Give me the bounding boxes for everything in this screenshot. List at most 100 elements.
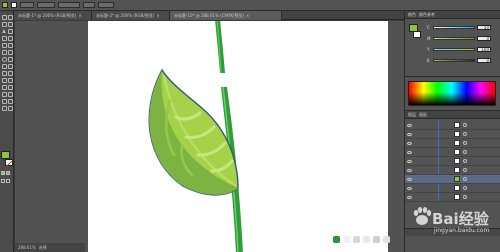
pen-tool-icon[interactable] — [2, 29, 7, 34]
target-icon[interactable] — [463, 132, 467, 136]
width-tool-icon[interactable] — [2, 64, 7, 69]
target-icon[interactable] — [463, 159, 467, 163]
paintbrush-tool-icon[interactable] — [8, 43, 13, 48]
target-icon[interactable] — [463, 123, 467, 127]
type-tool-icon[interactable] — [2, 36, 7, 41]
cyan-slider[interactable]: C 50 — [427, 24, 499, 30]
tray-icon[interactable] — [343, 235, 350, 243]
magenta-slider[interactable]: M 0 — [427, 35, 499, 41]
slider-track[interactable] — [433, 58, 475, 62]
slider-track[interactable] — [433, 47, 475, 51]
blend-tool-icon[interactable] — [8, 85, 13, 90]
zoom-tool-icon[interactable] — [8, 106, 13, 111]
stroke-color-swatch[interactable] — [5, 159, 13, 166]
artboard[interactable] — [88, 21, 388, 252]
close-icon[interactable]: × — [246, 13, 250, 18]
slider-value[interactable]: 50 — [477, 24, 491, 30]
lasso-tool-icon[interactable] — [8, 22, 13, 27]
scale-tool-icon[interactable] — [8, 57, 13, 62]
zoom-level[interactable]: 288.61% — [18, 245, 36, 250]
visibility-eye-icon[interactable] — [407, 141, 412, 145]
layer-row[interactable] — [405, 184, 500, 193]
selection-tool-icon[interactable] — [2, 15, 7, 20]
layer-thumbnail — [454, 185, 460, 191]
color-mode-icon[interactable] — [1, 171, 5, 175]
symbol-sprayer-tool-icon[interactable] — [2, 92, 7, 97]
tray-icon[interactable] — [363, 235, 370, 243]
leaf-artwork[interactable] — [88, 21, 388, 252]
tray-icon[interactable] — [353, 235, 360, 243]
gradient-tool-icon[interactable] — [8, 78, 13, 83]
control-field[interactable] — [58, 2, 80, 8]
visibility-eye-icon[interactable] — [407, 132, 412, 136]
panel-tab-color[interactable]: 颜色 — [408, 12, 416, 18]
artboard-tool-icon[interactable] — [2, 99, 7, 104]
none-mode-icon[interactable] — [1, 179, 5, 183]
control-stroke-swatch[interactable] — [11, 2, 17, 8]
visibility-eye-icon[interactable] — [407, 186, 412, 190]
panel-stroke-swatch[interactable] — [413, 31, 421, 38]
target-icon[interactable] — [463, 141, 467, 145]
visibility-eye-icon[interactable] — [407, 168, 412, 172]
visibility-eye-icon[interactable] — [407, 159, 412, 163]
direct-selection-tool-icon[interactable] — [8, 15, 13, 20]
slider-track[interactable] — [433, 25, 475, 29]
document-tab-active[interactable]: 未标题-10* @ 288.61% (CMYK/预览) × — [170, 11, 282, 20]
slider-value[interactable]: 0 — [477, 35, 491, 41]
input-method-icon[interactable] — [333, 235, 340, 243]
magic-wand-tool-icon[interactable] — [2, 22, 7, 27]
rotate-tool-icon[interactable] — [2, 57, 7, 62]
eyedropper-tool-icon[interactable] — [2, 85, 7, 90]
panel-tab-layers[interactable]: 图层 — [408, 112, 416, 118]
rectangle-tool-icon[interactable] — [2, 43, 7, 48]
document-tab[interactable]: 未标题-1* @ 200% (RGB/预览) × — [14, 11, 92, 20]
line-tool-icon[interactable] — [8, 36, 13, 41]
control-field[interactable] — [37, 2, 55, 8]
target-icon[interactable] — [463, 150, 467, 154]
slider-track[interactable] — [433, 36, 475, 40]
layer-row[interactable] — [405, 121, 500, 130]
fill-color-swatch[interactable] — [1, 151, 10, 159]
hand-tool-icon[interactable] — [2, 106, 7, 111]
tray-icon[interactable] — [383, 235, 390, 243]
perspective-grid-tool-icon[interactable] — [8, 71, 13, 76]
eraser-tool-icon[interactable] — [8, 50, 13, 55]
layer-row[interactable] — [405, 148, 500, 157]
mesh-tool-icon[interactable] — [2, 78, 7, 83]
slider-value[interactable]: 100 — [477, 46, 491, 52]
panel-tab-artboards[interactable]: 画板 — [419, 112, 427, 118]
curvature-tool-icon[interactable] — [8, 29, 13, 34]
visibility-eye-icon[interactable] — [407, 150, 412, 154]
layer-row[interactable] — [405, 166, 500, 175]
panel-tab-color-guide[interactable]: 颜色参考 — [419, 12, 435, 18]
layer-row[interactable] — [405, 157, 500, 166]
control-field[interactable] — [83, 2, 95, 8]
gradient-mode-icon[interactable] — [6, 171, 10, 175]
color-panel: 颜色 颜色参考 C 50 M 0 Y 100 K 0 — [405, 11, 500, 77]
close-icon[interactable]: × — [156, 13, 160, 18]
visibility-eye-icon[interactable] — [407, 123, 412, 127]
control-fill-swatch[interactable] — [2, 2, 8, 8]
visibility-eye-icon[interactable] — [407, 177, 412, 181]
target-icon[interactable] — [463, 177, 467, 181]
target-icon[interactable] — [463, 168, 467, 172]
black-slider[interactable]: K 0 — [427, 57, 499, 63]
pencil-tool-icon[interactable] — [2, 50, 7, 55]
color-spectrum[interactable] — [408, 81, 496, 106]
slice-tool-icon[interactable] — [8, 99, 13, 104]
target-icon[interactable] — [463, 186, 467, 190]
tray-icon[interactable] — [373, 235, 380, 243]
shape-builder-tool-icon[interactable] — [2, 71, 7, 76]
yellow-slider[interactable]: Y 100 — [427, 46, 499, 52]
layer-row[interactable] — [405, 130, 500, 139]
screen-mode-icon[interactable] — [6, 179, 10, 183]
control-field[interactable] — [20, 2, 34, 8]
layer-row-selected[interactable] — [405, 175, 500, 184]
control-field[interactable] — [98, 2, 114, 8]
slider-value[interactable]: 0 — [477, 57, 491, 63]
column-graph-tool-icon[interactable] — [8, 92, 13, 97]
layer-row[interactable] — [405, 139, 500, 148]
free-transform-tool-icon[interactable] — [8, 64, 13, 69]
document-tab[interactable]: 未标题-2* @ 200% (RGB/预览) × — [92, 11, 170, 20]
close-icon[interactable]: × — [78, 13, 82, 18]
